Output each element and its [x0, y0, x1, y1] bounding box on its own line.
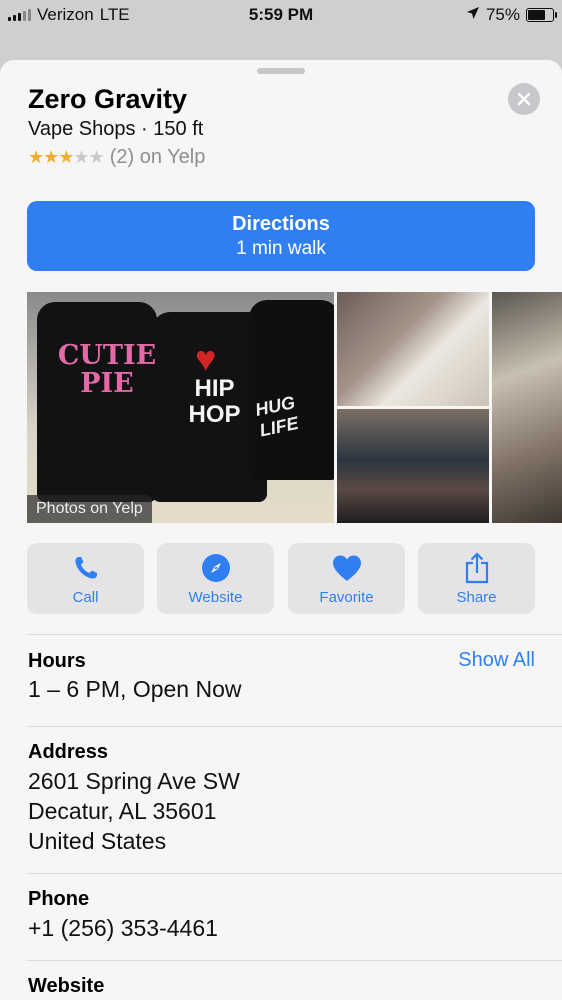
photo-text-hip: HIP HOP	[188, 375, 241, 428]
star-icon: ★	[28, 147, 44, 167]
address-line-3[interactable]: United States	[28, 826, 166, 856]
divider	[27, 873, 562, 874]
close-icon	[517, 92, 531, 106]
favorite-label: Favorite	[319, 589, 374, 606]
hours-show-all-link[interactable]: Show All	[458, 649, 535, 672]
place-category-distance: Vape Shops · 150 ft	[28, 118, 204, 140]
star-icon: ★	[58, 147, 74, 167]
phone-value[interactable]: +1 (256) 353-4461	[28, 913, 218, 943]
photo-partial[interactable]	[492, 292, 562, 523]
place-name: Zero Gravity	[28, 84, 188, 114]
rating-stars: ★★★★★	[28, 147, 105, 168]
divider	[27, 726, 562, 727]
share-icon	[418, 552, 535, 584]
status-bar: Verizon LTE 5:59 PM 75%	[0, 0, 562, 30]
battery-percent: 75%	[485, 5, 520, 24]
divider	[27, 634, 562, 635]
photo-records[interactable]	[337, 292, 489, 406]
compass-icon	[157, 552, 274, 584]
website-button[interactable]: Website	[157, 543, 274, 614]
share-label: Share	[456, 589, 497, 606]
battery-icon	[526, 8, 557, 22]
rating-text: (2) on Yelp	[109, 146, 206, 168]
location-arrow-icon	[466, 5, 480, 25]
phone-heading: Phone	[28, 888, 90, 910]
hours-value: 1 – 6 PM, Open Now	[28, 676, 242, 702]
website-heading: Website	[28, 975, 105, 997]
photo-store-display[interactable]	[337, 409, 489, 523]
favorite-button[interactable]: Favorite	[288, 543, 405, 614]
share-button[interactable]: Share	[418, 543, 535, 614]
address-heading: Address	[28, 741, 109, 763]
address-line-2[interactable]: Decatur, AL 35601	[28, 796, 216, 826]
address-line-1[interactable]: 2601 Spring Ave SW	[28, 766, 240, 796]
rating-row[interactable]: ★★★★★ (2) on Yelp	[28, 146, 205, 169]
red-heart-icon: ♥	[195, 338, 217, 379]
directions-button[interactable]: Directions 1 min walk	[27, 201, 535, 271]
directions-sublabel: 1 min walk	[236, 238, 326, 259]
divider	[27, 960, 562, 961]
photo-main[interactable]: CUTIE PIE ♥ HIP HOP HUG LIFE Photos on Y…	[27, 292, 334, 523]
photo-gallery[interactable]: CUTIE PIE ♥ HIP HOP HUG LIFE Photos on Y…	[27, 292, 562, 523]
action-buttons: Call Website Favorite Share	[27, 543, 535, 614]
star-icon: ★	[43, 147, 59, 167]
website-label: Website	[188, 589, 243, 606]
heart-icon	[288, 552, 405, 584]
star-empty-icon: ★	[73, 147, 89, 167]
hours-heading: Hours	[28, 650, 86, 672]
drag-handle[interactable]	[257, 68, 305, 74]
phone-icon	[27, 552, 144, 584]
photo-text-cutie: CUTIE PIE	[57, 340, 157, 399]
star-empty-icon: ★	[88, 147, 105, 167]
onesie-image	[37, 302, 157, 502]
directions-label: Directions	[232, 213, 330, 235]
call-button[interactable]: Call	[27, 543, 144, 614]
photos-caption: Photos on Yelp	[27, 495, 152, 523]
close-button[interactable]	[508, 83, 540, 115]
place-card: Zero Gravity Vape Shops · 150 ft ★★★★★ (…	[0, 60, 562, 1000]
call-label: Call	[72, 589, 99, 606]
status-right: 75%	[466, 5, 557, 25]
